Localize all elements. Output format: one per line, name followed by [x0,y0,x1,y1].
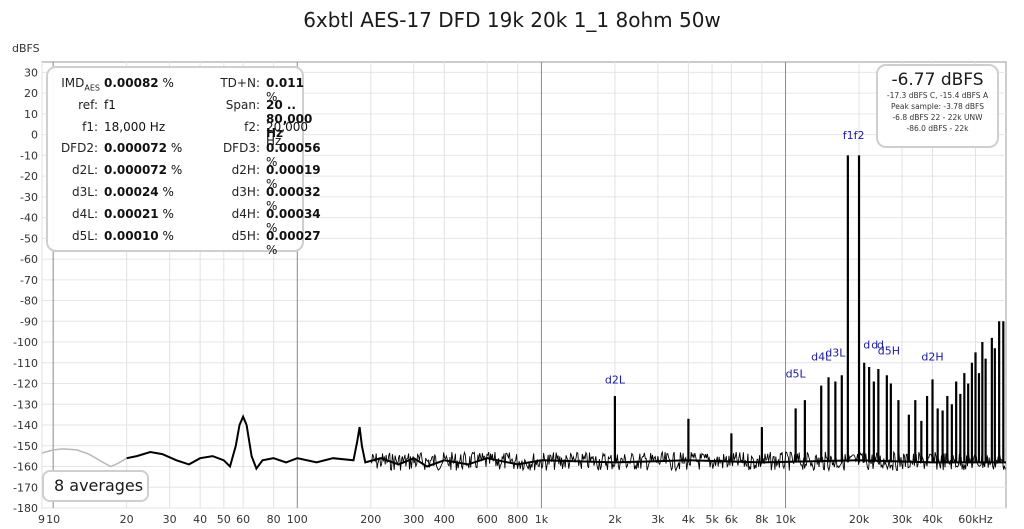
stats-row: d5L: 0.00010 % d5H: 0.00027 % [48,228,321,257]
y-tick-label: 20 [24,87,38,100]
x-tick-label: 8k [755,513,769,526]
x-tick-label: 4k [682,513,696,526]
y-tick-label: -50 [20,232,38,245]
x-tick-label: 6k [725,513,739,526]
level-detail-line: Peak sample: -3.78 dBFS [890,102,984,111]
peak-label: d [863,338,870,351]
stat-label: f2: [244,119,260,134]
stat-label: d4L: [72,206,98,221]
y-tick-label: -30 [20,191,38,204]
y-tick-label: -70 [20,274,38,287]
y-tick-label: -160 [13,461,38,474]
averages-badge: 8 averages [42,470,149,502]
stat-value: 0.00010 % [104,228,174,243]
stat-label: d2H: [231,163,260,178]
level-main-value: -6.77 dBFS [891,70,984,90]
stat-label: DFD3: [222,141,260,156]
stat-label: d5L: [72,228,98,243]
x-tick-label: 10 [46,513,60,526]
x-tick-label: 10k [775,513,796,526]
x-tick-label: 600 [477,513,498,526]
stat-label: ref: [78,97,98,112]
peak-label: d2L [605,374,626,387]
x-tick-label: 2k [608,513,622,526]
stat-label: Span: [225,97,260,112]
y-tick-label: 30 [24,66,38,79]
x-tick-label: 300 [403,513,424,526]
y-tick-label: -120 [13,378,38,391]
stat-label-subscript: AES [84,83,100,93]
peak-label: f1f2 [843,129,865,142]
stats-row: f1: 18,000 Hz f2: 20,000 Hz [48,119,308,148]
peak-label: d2H [921,351,943,364]
peak-label: d5H [878,344,900,357]
stats-row: d4L: 0.00021 % d4H: 0.00034 % [48,206,321,235]
y-tick-label: 10 [24,108,38,121]
stat-label: DFD2: [60,141,98,156]
stat-label: d5H: [231,228,260,243]
x-tick-label: 20k [849,513,870,526]
y-tick-label: -140 [13,419,38,432]
x-tick-label: 100 [287,513,308,526]
stat-label: f1: [82,119,98,134]
x-tick-label: 40k [922,513,943,526]
stats-row: d2L: 0.000072 % d2H: 0.00019 % [48,163,321,191]
stats-row: ref: f1 Span: 20 .. 80,000 Hz [48,97,312,140]
x-tick-label: 400 [434,513,455,526]
x-tick-label: 800 [507,513,528,526]
peak-label: d3L [825,347,846,360]
y-tick-label: -170 [13,481,38,494]
y-tick-labels: 30 20 10 0 -10 -20 -30 -40 -50 -60 -70 -80 -90 -100 -1… [13,66,38,515]
y-tick-label: 0 [31,129,38,142]
y-tick-label: -20 [20,170,38,183]
y-tick-label: -180 [13,502,38,515]
stat-value: 18,000 Hz [104,119,166,134]
stat-value: 0.00082 % [104,76,174,90]
stat-label: d3H: [231,185,260,199]
level-detail-line: -17.3 dBFS C, -15.4 dBFS A [886,91,989,100]
x-tick-label: 50 [217,513,231,526]
level-readout-panel[interactable]: -6.77 dBFS -17.3 dBFS C, -15.4 dBFS A Pe… [876,64,999,148]
stat-value: 0.00024 % [104,185,174,199]
level-detail-line: -6.8 dBFS 22 - 22k UNW [892,113,983,122]
x-tick-label: 30k [892,513,913,526]
stats-row: DFD2: 0.000072 % DFD3: 0.00056 % [48,141,321,169]
level-detail-line: -86.0 dBFS - 22k [906,124,969,133]
peak-label: d5L [786,367,807,380]
stat-value: 0.00021 % [104,206,174,221]
y-tick-label: -90 [20,315,38,328]
stat-label: d2L: [72,163,98,178]
stat-value: f1 [104,97,116,112]
stat-value: 0.000072 % [104,163,183,178]
stats-row: IMDAES 0.00082 % TD+N: 0.011 % [48,76,304,104]
x-tick-label: 80 [267,513,281,526]
y-tick-label: -60 [20,253,38,266]
x-tick-label: 60 [236,513,250,526]
x-tick-label: 30 [163,513,177,526]
stat-label: IMDAES [61,76,100,93]
x-tick-label: 40 [193,513,207,526]
x-tick-label: 1k [535,513,549,526]
y-tick-label: -130 [13,398,38,411]
stat-label: d3L: [72,185,98,199]
x-tick-label: 3k [651,513,665,526]
x-tick-label: 20 [120,513,134,526]
x-tick-label: 200 [360,513,381,526]
stat-value: 0.000072 % [104,141,183,156]
stat-value: 0.00027 % [266,228,321,257]
y-tick-label: -40 [20,212,38,225]
x-tick-labels: 9 10 20 30 40 50 60 80 100 200 300 400 600 800 1k 2k 3k 4… [38,513,993,526]
y-tick-label: -110 [13,357,38,370]
stat-label: d4H: [231,206,260,221]
stat-label: TD+N: [220,76,260,90]
x-tick-label: 5k [705,513,719,526]
y-tick-label: -10 [20,149,38,162]
y-tick-label: -80 [20,295,38,308]
x-tick-label: 9 [38,513,45,526]
stats-row: d3L: 0.00024 % d3H: 0.00032 % [48,185,321,213]
measurement-stats-panel[interactable]: IMDAES 0.00082 % TD+N: 0.011 % ref: f1 Span: 20… [46,66,321,257]
y-tick-label: -150 [13,440,38,453]
y-tick-label: -100 [13,336,38,349]
x-tick-label: 60kHz [958,513,993,526]
